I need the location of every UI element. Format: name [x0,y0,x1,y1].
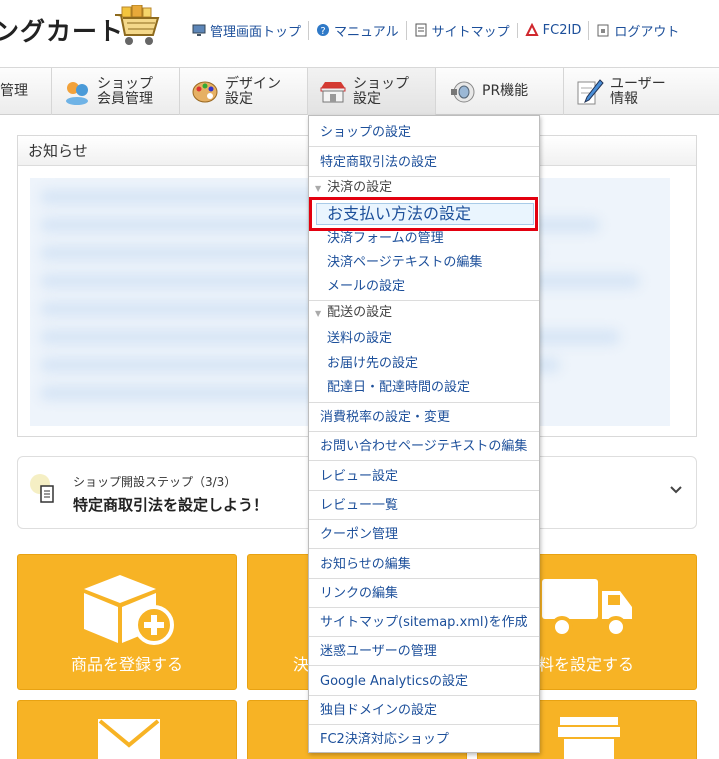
menu-item-payment-2[interactable]: 決済ページテキストの編集 [309,251,539,275]
menu-item-0[interactable]: 消費税率の設定・変更 [309,403,539,432]
tile-mail[interactable] [17,700,237,759]
menu-section-label: 決済の設定 [327,180,393,195]
menu-item-payment-0[interactable]: お支払い方法の設定 [309,202,529,226]
help-icon: ? [316,23,330,37]
tile-label: 商品を登録する [70,655,183,674]
menu-section-payment: ▼ 決済の設定 [309,178,539,198]
nav-item-management[interactable]: 管理 [0,68,52,115]
menu-item-7[interactable]: サイトマップ(sitemap.xml)を作成 [309,608,539,638]
nav-item-shop-members[interactable]: ショップ 会員管理 [52,68,180,115]
step-title: 特定商取引法を設定しよう！ [73,496,269,514]
document-icon [40,485,54,503]
menu-item-11[interactable]: FC2決済対応ショップ [309,725,539,754]
fc2id-label: FC2ID [542,22,582,38]
menu-item-delivery-0[interactable]: 送料の設定 [309,327,539,351]
menu-section-label: 配送の設定 [327,305,393,320]
storefront-icon [558,717,620,759]
manual-link[interactable]: ? マニュアル [308,20,406,40]
admin-top-link[interactable]: 管理画面トップ [190,21,308,40]
box-plus-icon [84,575,174,645]
sitemap-label: サイトマップ [431,24,510,40]
step-subtitle: ショップ開設ステップ（3/3） [73,475,237,489]
pen-icon [576,78,604,106]
menu-item-delivery-1[interactable]: お届け先の設定 [309,352,539,376]
logout-label: ログアウト [614,24,680,40]
shop-icon [319,78,347,106]
nav-item-user-info[interactable]: ユーザー 情報 [564,68,719,115]
menu-item-tokutei[interactable]: 特定商取引法の設定 [309,148,539,177]
menu-item-6[interactable]: リンクの編集 [309,579,539,608]
truck-icon [542,579,632,638]
menu-item-3[interactable]: レビュー一覧 [309,491,539,520]
svg-text:?: ? [320,26,325,37]
menu-item-8[interactable]: 迷惑ユーザーの管理 [309,637,539,667]
fc2-icon [525,23,539,37]
top-links: 管理画面トップ ? マニュアル サイトマップ FC2ID ログアウト [190,20,686,40]
nav-item-shop-settings[interactable]: ショップ 設定 [308,68,436,115]
cart-logo-icon [115,5,160,45]
members-icon [63,78,91,106]
nav-label: ショップ 設定 [353,75,409,107]
menu-item-2[interactable]: レビュー設定 [309,462,539,491]
admin-top-label: 管理画面トップ [210,24,302,40]
nav-item-design[interactable]: デザイン 設定 [180,68,308,115]
nav-label: デザイン 設定 [225,75,281,107]
nav-label: ユーザー 情報 [610,75,666,107]
sitemap-icon [414,23,428,37]
triangle-down-icon: ▼ [315,309,322,318]
fc2id-link[interactable]: FC2ID [516,22,589,38]
header: ングカート 管理画面トップ ? マニュアル サイトマップ FC2ID ログアウト [0,0,719,67]
menu-item-shop-settings[interactable]: ショップの設定 [309,118,539,147]
sitemap-link[interactable]: サイトマップ [405,20,517,40]
envelope-icon [98,719,160,759]
menu-item-delivery-2[interactable]: 配達日・配達時間の設定 [309,376,539,400]
menu-item-4[interactable]: クーポン管理 [309,520,539,550]
manual-label: マニュアル [334,24,399,40]
logo-text: ングカート [0,17,125,46]
logout-icon [596,23,610,37]
tile-label: 決 [293,655,310,674]
nav-item-pr[interactable]: PR機能 [436,68,564,115]
tile-label: 料を設定する [538,655,635,674]
chevron-down-icon[interactable] [669,485,683,495]
menu-item-1[interactable]: お問い合わせページテキストの編集 [309,432,539,462]
tile-register-product[interactable]: 商品を登録する [17,554,237,690]
menu-item-5[interactable]: お知らせの編集 [309,550,539,579]
menu-item-payment-1[interactable]: 決済フォームの管理 [309,227,539,251]
nav-label: PR機能 [482,83,529,99]
logout-link[interactable]: ログアウト [588,20,686,40]
triangle-down-icon: ▼ [315,184,322,193]
megaphone-icon [448,78,476,106]
main-nav: 管理 ショップ 会員管理 デザイン 設定 ショップ 設定 PR機能 ユーザー 情… [0,67,719,115]
menu-section-delivery: ▼ 配送の設定 [309,303,539,323]
nav-label: ショップ 会員管理 [97,75,153,107]
palette-icon [191,78,219,106]
menu-divider [309,300,539,301]
menu-item-10[interactable]: 独自ドメインの設定 [309,696,539,725]
nav-label: 管理 [0,83,28,99]
menu-item-payment-3[interactable]: メールの設定 [309,275,539,299]
monitor-icon [192,23,206,37]
menu-item-9[interactable]: Google Analyticsの設定 [309,667,539,696]
